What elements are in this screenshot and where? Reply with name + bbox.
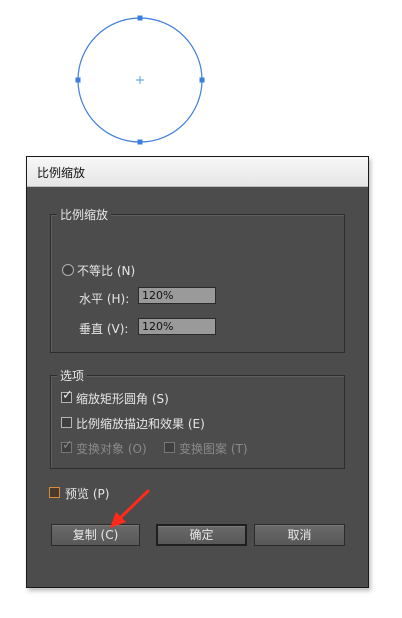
scale-corners-checkbox[interactable]: ✓: [61, 388, 73, 403]
annotation-arrow-icon: [110, 489, 150, 528]
checkmark-icon: ✓: [62, 388, 73, 403]
scale-corners-label[interactable]: 缩放矩形圆角 (S): [76, 390, 169, 407]
horizontal-input[interactable]: [138, 287, 216, 304]
scale-dialog: 比例缩放 比例缩放 不等比 (N) 水平 (H): 垂直 (V): 选项 ✓ 缩…: [26, 156, 369, 588]
ok-button[interactable]: 确定: [156, 524, 247, 546]
transform-patterns-label: 变换图案 (T): [179, 442, 248, 456]
preview-label[interactable]: 预览 (P): [65, 485, 109, 502]
checkmark-icon: ✓: [62, 438, 73, 453]
anchor-point-bottom: [137, 139, 143, 145]
center-point-icon: [136, 76, 144, 84]
canvas-selected-circle[interactable]: [0, 0, 402, 160]
anchor-point-left: [75, 77, 81, 83]
preview-checkbox[interactable]: [49, 487, 60, 498]
dialog-title: 比例缩放: [37, 166, 86, 180]
options-group-legend: 选项: [57, 367, 88, 384]
anchor-point-top: [137, 15, 143, 21]
non-uniform-radio[interactable]: [62, 264, 74, 276]
dialog-titlebar[interactable]: 比例缩放: [27, 157, 368, 187]
scale-group-legend: 比例缩放: [57, 206, 112, 223]
non-uniform-label[interactable]: 不等比 (N): [77, 262, 135, 279]
transform-patterns-checkbox[interactable]: [164, 442, 175, 453]
vertical-input[interactable]: [138, 318, 216, 335]
scale-strokes-label[interactable]: 比例缩放描边和效果 (E): [76, 415, 205, 432]
transform-objects-checkbox[interactable]: ✓: [61, 438, 73, 453]
scale-strokes-checkbox[interactable]: [61, 417, 72, 428]
transform-objects-label: 变换对象 (O): [76, 442, 147, 456]
cancel-button[interactable]: 取消: [254, 524, 345, 546]
horizontal-label: 水平 (H):: [79, 292, 130, 306]
vertical-label: 垂直 (V):: [79, 322, 129, 336]
anchor-point-right: [199, 77, 205, 83]
